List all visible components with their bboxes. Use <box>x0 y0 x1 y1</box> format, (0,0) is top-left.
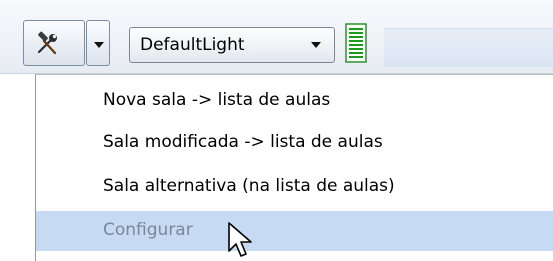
chevron-down-icon <box>94 42 104 48</box>
menu-item-sala-alternativa[interactable]: Sala alternativa (na lista de aulas) <box>36 167 553 207</box>
theme-select-value: DefaultLight <box>140 35 245 55</box>
menu-item-label: Sala alternativa (na lista de aulas) <box>103 176 395 196</box>
arrow-cursor-icon <box>228 222 252 257</box>
tools-dropdown-button[interactable] <box>86 20 110 66</box>
toolbar-panel <box>384 28 553 67</box>
menu-item-configurar[interactable]: Configurar <box>36 211 553 251</box>
menu-item-label: Sala modificada -> lista de aulas <box>103 132 383 152</box>
tools-menu: Nova sala -> lista de aulas Sala modific… <box>35 74 553 261</box>
hammer-wrench-icon <box>37 31 57 55</box>
menu-item-label: Configurar <box>103 220 193 240</box>
menu-item-sala-modificada[interactable]: Sala modificada -> lista de aulas <box>36 123 553 163</box>
theme-select[interactable]: DefaultLight <box>129 27 335 63</box>
tools-button[interactable] <box>23 20 85 66</box>
chevron-down-icon <box>311 42 321 48</box>
menu-item-nova-sala[interactable]: Nova sala -> lista de aulas <box>36 81 553 121</box>
document-lines-icon[interactable] <box>345 23 367 63</box>
menu-item-label: Nova sala -> lista de aulas <box>103 90 331 110</box>
